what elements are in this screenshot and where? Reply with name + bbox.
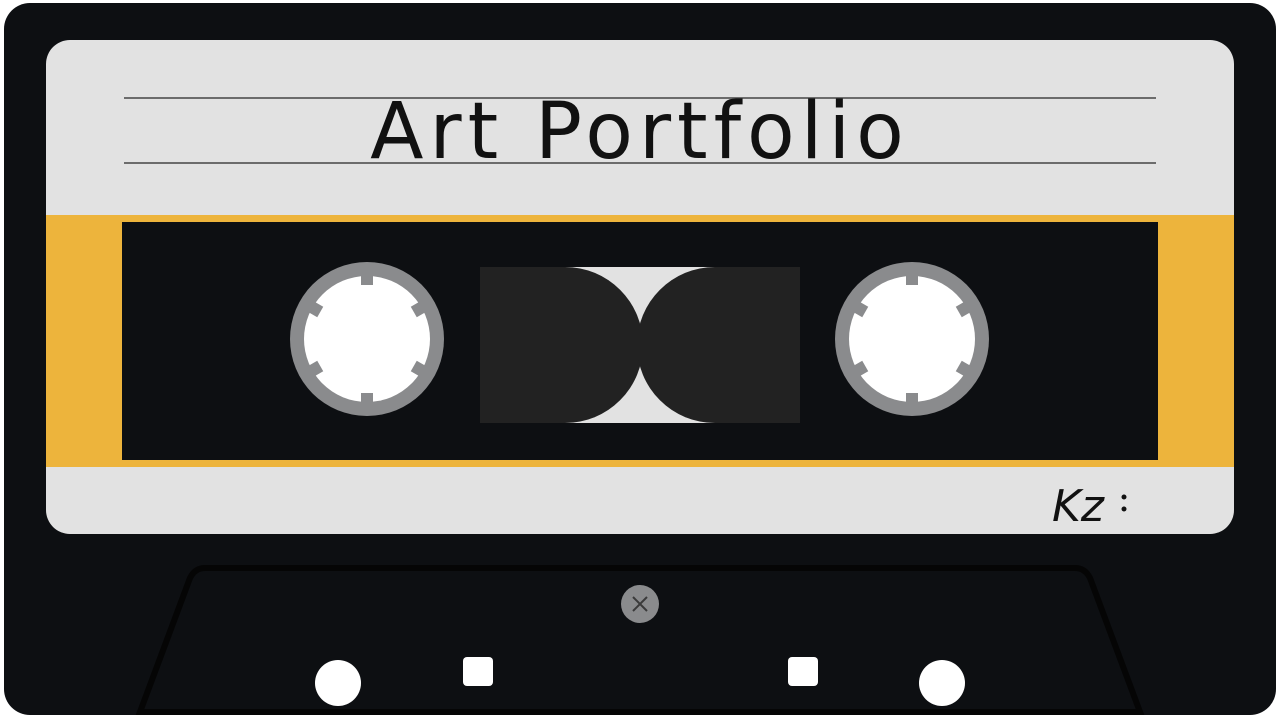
cassette-artwork: Art Portfolio Kz xyxy=(0,0,1280,718)
label-title: Art Portfolio xyxy=(370,87,910,177)
cassette-tape-illustration: Art Portfolio Kz xyxy=(4,3,1276,715)
screw-icon xyxy=(621,585,659,623)
square-hole-right xyxy=(788,657,818,686)
tape-spool-left xyxy=(480,267,643,423)
artist-signature: Kz xyxy=(1052,481,1105,532)
guide-hole-right xyxy=(919,660,965,706)
reel-left xyxy=(290,262,444,416)
reel-right xyxy=(835,262,989,416)
signature-dot-bottom xyxy=(1121,506,1127,512)
guide-hole-left xyxy=(315,660,361,706)
tape-spool-right xyxy=(637,267,800,423)
signature-dot-top xyxy=(1121,494,1127,500)
square-hole-left xyxy=(463,657,493,686)
